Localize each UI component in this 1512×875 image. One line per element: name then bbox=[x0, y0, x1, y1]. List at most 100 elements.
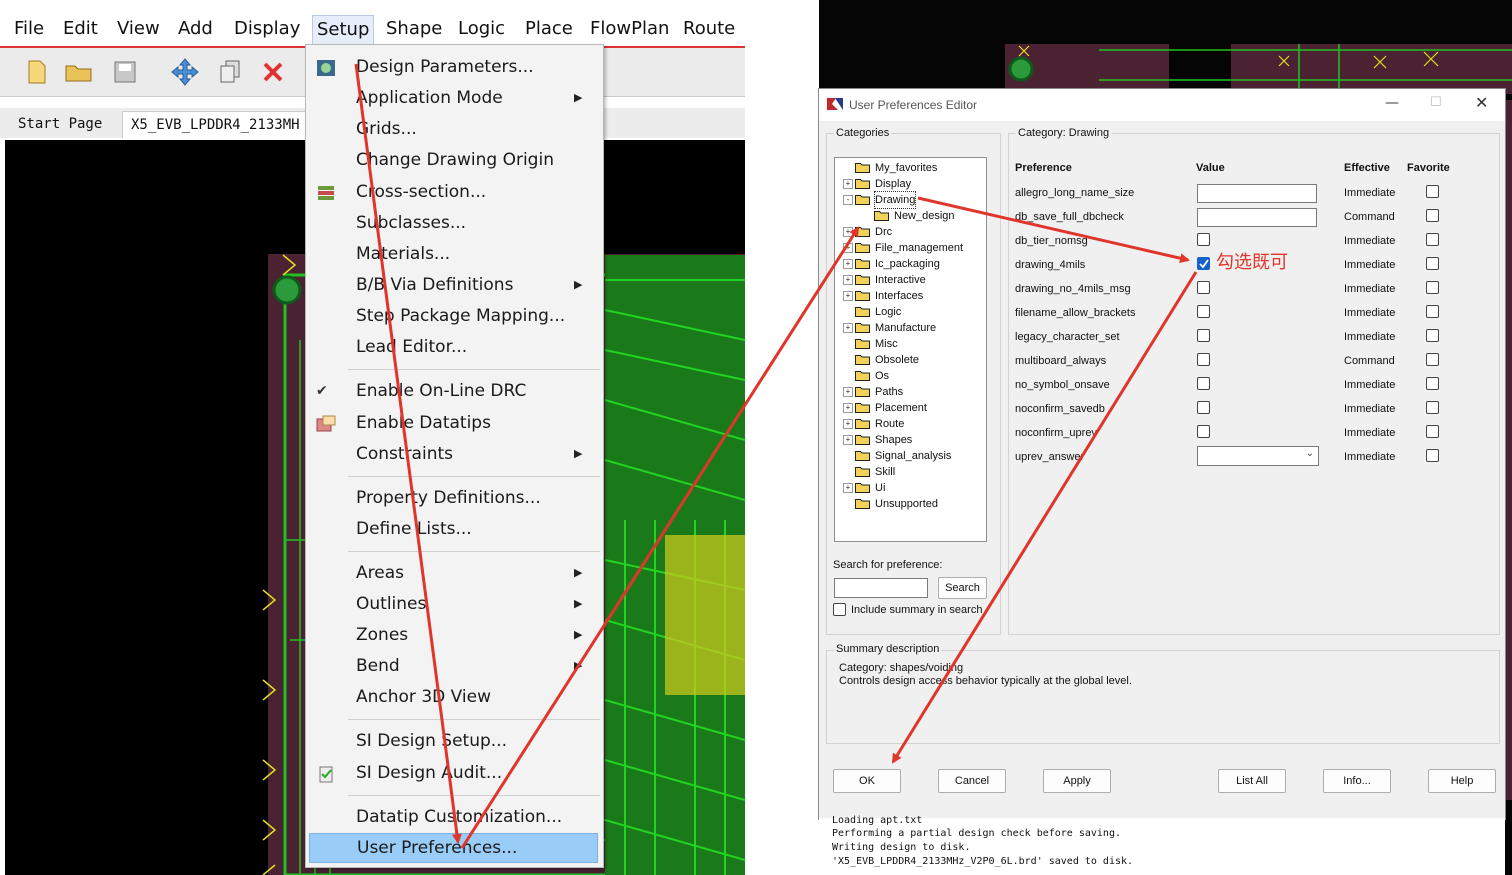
menu-item-enable-datatips[interactable]: Enable Datatips bbox=[306, 409, 603, 437]
checkbox-checked-icon[interactable] bbox=[1197, 257, 1210, 270]
menu-view[interactable]: View bbox=[117, 18, 160, 39]
tab-start-page[interactable]: Start Page bbox=[10, 111, 110, 137]
minimize-icon[interactable]: — bbox=[1385, 95, 1399, 111]
menu-item-cross-section[interactable]: Cross-section... bbox=[306, 178, 603, 206]
favorite-checkbox[interactable] bbox=[1426, 185, 1439, 198]
expand-icon[interactable]: + bbox=[843, 259, 853, 269]
expand-icon[interactable]: + bbox=[843, 483, 853, 493]
expand-icon[interactable]: + bbox=[843, 275, 853, 285]
favorite-checkbox[interactable] bbox=[1426, 329, 1439, 342]
menu-display[interactable]: Display bbox=[234, 18, 300, 39]
preference-text-input[interactable] bbox=[1197, 184, 1317, 203]
menu-add[interactable]: Add bbox=[178, 18, 213, 39]
menu-item-change-drawing-origin[interactable]: Change Drawing Origin bbox=[306, 146, 603, 174]
menu-item-anchor-3d-view[interactable]: Anchor 3D View bbox=[306, 683, 603, 711]
menu-flowplan[interactable]: FlowPlan bbox=[590, 18, 669, 39]
new-file-icon[interactable] bbox=[22, 58, 52, 86]
menu-separator bbox=[348, 369, 600, 370]
preference-effective: Immediate bbox=[1344, 379, 1396, 391]
menu-item-datatip-customization[interactable]: Datatip Customization... bbox=[306, 803, 603, 831]
preference-name: db_tier_nomsg bbox=[1015, 235, 1088, 247]
menu-logic[interactable]: Logic bbox=[458, 18, 505, 39]
ok-button[interactable]: OK bbox=[833, 769, 901, 793]
preference-checkbox[interactable] bbox=[1197, 353, 1210, 366]
expand-icon[interactable]: + bbox=[843, 227, 853, 237]
preference-text-input[interactable] bbox=[1197, 208, 1317, 227]
search-input[interactable] bbox=[834, 578, 928, 598]
menu-item-application-mode[interactable]: Application Mode ▶ bbox=[306, 84, 603, 112]
menu-item-bend[interactable]: Bend ▶ bbox=[306, 652, 603, 680]
menu-item-outlines[interactable]: Outlines ▶ bbox=[306, 590, 603, 618]
favorite-checkbox[interactable] bbox=[1426, 425, 1439, 438]
menu-item-zones[interactable]: Zones ▶ bbox=[306, 621, 603, 649]
move-icon[interactable] bbox=[170, 58, 200, 86]
expand-icon[interactable]: + bbox=[843, 419, 853, 429]
preference-name: noconfirm_savedb bbox=[1015, 403, 1105, 415]
menu-item-define-lists[interactable]: Define Lists... bbox=[306, 515, 603, 543]
favorite-checkbox[interactable] bbox=[1426, 233, 1439, 246]
include-summary-checkbox[interactable] bbox=[833, 603, 846, 616]
search-label: Search for preference: bbox=[833, 559, 943, 571]
expand-icon[interactable]: + bbox=[843, 387, 853, 397]
menu-shape[interactable]: Shape bbox=[386, 18, 442, 39]
menu-edit[interactable]: Edit bbox=[63, 18, 98, 39]
tab-design[interactable]: X5_EVB_LPDDR4_2133MH bbox=[122, 111, 309, 138]
menu-item-constraints[interactable]: Constraints ▶ bbox=[306, 440, 603, 468]
expand-icon[interactable]: + bbox=[843, 179, 853, 189]
info-button[interactable]: Info... bbox=[1323, 769, 1391, 793]
preference-checkbox[interactable] bbox=[1197, 281, 1210, 294]
expand-icon[interactable]: + bbox=[843, 403, 853, 413]
open-folder-icon[interactable] bbox=[64, 58, 94, 86]
menu-item-materials[interactable]: Materials... bbox=[306, 240, 603, 268]
menu-item-enable-online-drc[interactable]: ✔ Enable On-Line DRC bbox=[306, 377, 603, 405]
maximize-icon[interactable]: ☐ bbox=[1430, 95, 1442, 110]
expand-icon[interactable]: + bbox=[843, 243, 853, 253]
favorite-checkbox[interactable] bbox=[1426, 353, 1439, 366]
menu-item-user-preferences[interactable]: User Preferences... bbox=[309, 833, 598, 863]
preference-checkbox[interactable] bbox=[1197, 377, 1210, 390]
favorite-checkbox[interactable] bbox=[1426, 449, 1439, 462]
close-icon[interactable]: ✕ bbox=[1475, 93, 1488, 112]
menu-item-bb-via-definitions[interactable]: B/B Via Definitions ▶ bbox=[306, 271, 603, 299]
favorite-checkbox[interactable] bbox=[1426, 305, 1439, 318]
preference-checkbox[interactable] bbox=[1197, 233, 1210, 246]
apply-button[interactable]: Apply bbox=[1043, 769, 1111, 793]
delete-icon[interactable] bbox=[258, 58, 288, 86]
preference-checkbox[interactable] bbox=[1197, 329, 1210, 342]
collapse-icon[interactable]: - bbox=[843, 195, 853, 205]
preference-select[interactable]: ⌄ bbox=[1197, 446, 1319, 466]
menu-item-subclasses[interactable]: Subclasses... bbox=[306, 209, 603, 237]
submenu-arrow-icon: ▶ bbox=[574, 628, 583, 641]
cancel-button[interactable]: Cancel bbox=[938, 769, 1006, 793]
favorite-checkbox[interactable] bbox=[1426, 401, 1439, 414]
list-all-button[interactable]: List All bbox=[1218, 769, 1286, 793]
preference-checkbox[interactable] bbox=[1197, 401, 1210, 414]
menu-item-lead-editor[interactable]: Lead Editor... bbox=[306, 333, 603, 361]
search-button[interactable]: Search bbox=[938, 577, 987, 599]
menu-item-step-package-mapping[interactable]: Step Package Mapping... bbox=[306, 302, 603, 330]
menu-place[interactable]: Place bbox=[525, 18, 573, 39]
expand-icon[interactable]: + bbox=[843, 323, 853, 333]
expand-icon[interactable]: + bbox=[843, 291, 853, 301]
category-tree[interactable]: My_favorites + Display - Drawing New_design + D… bbox=[834, 157, 987, 542]
menu-route[interactable]: Route bbox=[683, 18, 735, 39]
menu-item-grids[interactable]: Grids... bbox=[306, 115, 603, 143]
favorite-checkbox[interactable] bbox=[1426, 377, 1439, 390]
summary-label: Summary description bbox=[834, 643, 942, 655]
menu-file[interactable]: File bbox=[14, 18, 44, 39]
menu-setup[interactable]: Setup bbox=[312, 15, 375, 45]
favorite-checkbox[interactable] bbox=[1426, 257, 1439, 270]
expand-icon[interactable]: + bbox=[843, 435, 853, 445]
menu-item-areas[interactable]: Areas ▶ bbox=[306, 559, 603, 587]
preference-checkbox[interactable] bbox=[1197, 425, 1210, 438]
menu-item-si-design-setup[interactable]: SI Design Setup... bbox=[306, 727, 603, 755]
help-button[interactable]: Help bbox=[1428, 769, 1496, 793]
favorite-checkbox[interactable] bbox=[1426, 209, 1439, 222]
copy-icon[interactable] bbox=[215, 58, 245, 86]
menu-item-property-definitions[interactable]: Property Definitions... bbox=[306, 484, 603, 512]
menu-item-design-parameters[interactable]: Design Parameters... bbox=[306, 53, 603, 81]
preference-checkbox[interactable] bbox=[1197, 305, 1210, 318]
save-icon[interactable] bbox=[110, 58, 140, 86]
menu-item-si-design-audit[interactable]: SI Design Audit... bbox=[306, 759, 603, 787]
favorite-checkbox[interactable] bbox=[1426, 281, 1439, 294]
